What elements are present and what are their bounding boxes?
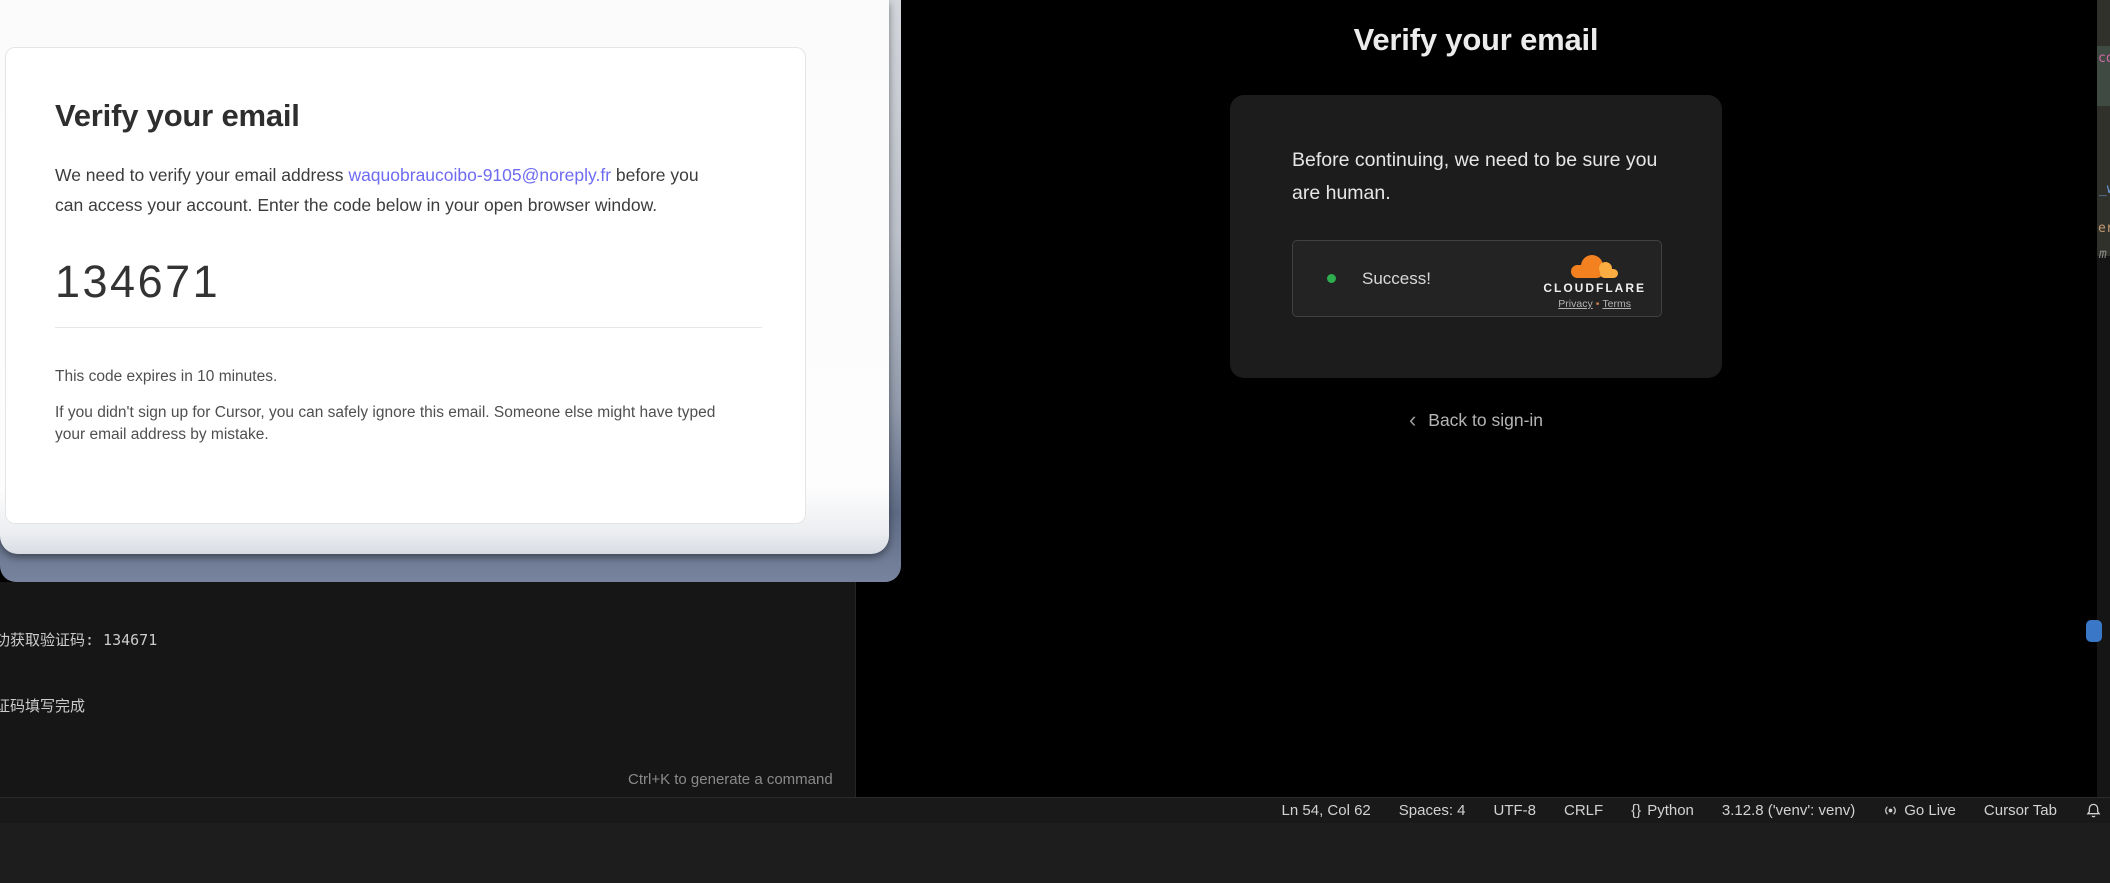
statusbar-encoding[interactable]: UTF-8 (1494, 802, 1537, 819)
statusbar-cursor-position[interactable]: Ln 54, Col 62 (1282, 802, 1371, 819)
editor-text-fragment: m (2099, 248, 2107, 261)
email-heading: Verify your email (55, 98, 765, 134)
turnstile-status-text: Success! (1362, 269, 1431, 289)
cloudflare-turnstile-widget: Success! CLOUDFLARE Privacy •Terms (1292, 240, 1662, 317)
back-to-signin-link[interactable]: ‹ Back to sign-in (1230, 408, 1722, 432)
email-address-link[interactable]: waquobraucoibo-9105@noreply.fr (348, 165, 611, 185)
email-card: Verify your email We need to verify your… (5, 47, 806, 524)
email-body-pre: We need to verify your email address (55, 165, 348, 185)
back-to-signin-label: Back to sign-in (1428, 410, 1543, 431)
taskbar: ⚙ ∧ ☁ 中 S ✕ 1:43 PM 2/12/2025 z (0, 823, 2110, 883)
disclaimer-text: If you didn't sign up for Cursor, you ca… (55, 402, 747, 446)
statusbar-python-interpreter[interactable]: 3.12.8 ('venv': venv) (1722, 802, 1855, 819)
go-live-label: Go Live (1904, 802, 1956, 819)
editor-blue-button-sliver[interactable] (2086, 620, 2102, 642)
success-dot-icon (1327, 274, 1336, 283)
language-label: Python (1647, 802, 1694, 819)
editor-highlight-band (2097, 0, 2110, 46)
broadcast-icon (1883, 803, 1898, 818)
editor-text-fragment: _w (2099, 183, 2110, 196)
braces-icon: {} (1631, 802, 1641, 819)
statusbar-cursor-tab[interactable]: Cursor Tab (1984, 802, 2057, 819)
terminal-ctrlk-hint: Ctrl+K to generate a command (628, 771, 833, 788)
statusbar-language-mode[interactable]: {} Python (1631, 802, 1694, 819)
statusbar-indentation[interactable]: Spaces: 4 (1399, 802, 1466, 819)
verification-code: 134671 (55, 256, 765, 308)
editor-edge-sliver: co _w er m (2097, 0, 2110, 797)
cloudflare-branding: CLOUDFLARE Privacy •Terms (1543, 255, 1646, 310)
chevron-left-icon: ‹ (1409, 408, 1416, 432)
terminal-line: 证码填写完成 (0, 695, 855, 717)
editor-text-fragment: er (2098, 222, 2110, 235)
cloudflare-logo-icon (1570, 255, 1620, 280)
link-separator: • (1596, 298, 1600, 310)
email-divider (55, 327, 762, 328)
terms-link[interactable]: Terms (1602, 298, 1631, 310)
desktop-screen: Verify your email We need to verify your… (0, 0, 2110, 883)
terminal-panel[interactable]: 功获取验证码: 134671 证码填写完成 在处理 Turnstile 验证..… (0, 582, 856, 797)
statusbar: Ln 54, Col 62 Spaces: 4 UTF-8 CRLF {} Py… (0, 797, 2110, 823)
expiry-note: This code expires in 10 minutes. (55, 368, 765, 386)
editor-text-fragment: co (2098, 52, 2110, 65)
statusbar-eol[interactable]: CRLF (1564, 802, 1603, 819)
turnstile-status-row: Success! (1327, 269, 1431, 289)
privacy-link[interactable]: Privacy (1558, 298, 1592, 310)
verify-page-title: Verify your email (1230, 22, 1722, 58)
cloudflare-wordmark: CLOUDFLARE (1543, 281, 1646, 295)
turnstile-legal-links: Privacy •Terms (1558, 298, 1631, 310)
email-body: We need to verify your email address waq… (55, 160, 731, 220)
human-check-prompt: Before continuing, we need to be sure yo… (1292, 144, 1664, 210)
statusbar-go-live[interactable]: Go Live (1883, 802, 1956, 819)
email-preview-window: Verify your email We need to verify your… (0, 0, 889, 554)
statusbar-notifications-bell[interactable] (2085, 802, 2102, 819)
verification-card: Before continuing, we need to be sure yo… (1230, 95, 1722, 378)
terminal-line: 功获取验证码: 134671 (0, 629, 855, 651)
